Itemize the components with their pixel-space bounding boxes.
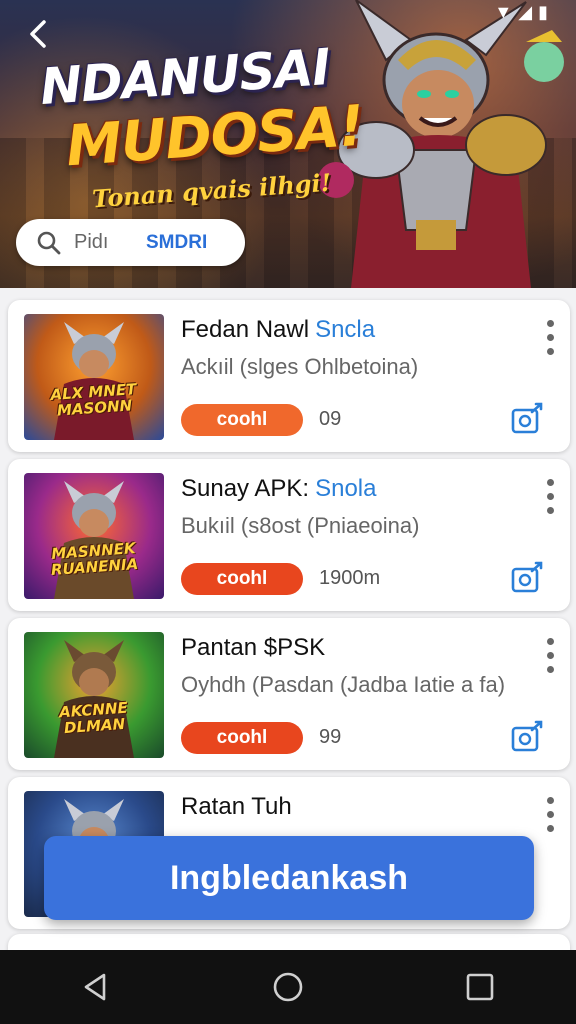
app-subtitle: Bukıil (s8ost (Pniaeoina) — [181, 513, 420, 538]
app-title-accent: Snola — [315, 475, 377, 502]
chevron-left-icon — [30, 20, 46, 48]
thumbnail-art — [54, 322, 134, 440]
list-item[interactable]: ALX MNET MASONN Fedan Nawl Sncla Ackıil (… — [8, 300, 570, 452]
recents-square-icon[interactable] — [460, 967, 500, 1007]
home-circle-icon[interactable] — [268, 967, 308, 1007]
search-button[interactable]: SMDRI — [146, 232, 207, 254]
status-badge[interactable]: coohl — [181, 404, 303, 436]
back-button[interactable] — [24, 16, 58, 54]
signal-icon: ▼ — [494, 2, 519, 22]
app-title: Sunay APK: Snola — [181, 475, 376, 503]
status-badge[interactable]: coohl — [181, 722, 303, 754]
app-title: Fedan Nawl Sncla — [181, 316, 375, 344]
share-icon[interactable] — [510, 720, 544, 754]
more-options-icon[interactable] — [544, 320, 556, 380]
more-options-icon[interactable] — [544, 797, 556, 857]
back-triangle-icon[interactable] — [76, 967, 116, 1007]
status-badge[interactable]: coohl — [181, 563, 303, 595]
app-title-text: Pantan $PSK — [181, 634, 326, 661]
list-item[interactable]: MASNNEK RUANENIA Sunay APK: Snola Bukıil … — [8, 459, 570, 611]
hero-banner: ▼◢▮ NDANUSAI MUDOSA! Tonan qvais ilhgi! … — [0, 0, 576, 288]
thumbnail-art — [54, 640, 134, 758]
search-icon — [37, 231, 61, 254]
app-thumbnail: MASNNEK RUANENIA — [24, 473, 164, 599]
app-subtitle: Oyhdh (Pasdan (Jadba Iatie a fa) — [181, 672, 506, 697]
app-title-text: Ratan Tuh — [181, 793, 292, 820]
app-meta: 1900m — [319, 567, 381, 589]
primary-action-button[interactable]: Ingbledankash — [44, 836, 534, 920]
more-options-icon[interactable] — [544, 638, 556, 698]
app-title-accent: Sncla — [315, 316, 376, 343]
app-thumbnail: AKCNNE DLMAN — [24, 632, 164, 758]
list-item[interactable] — [8, 934, 570, 950]
share-icon[interactable] — [510, 561, 544, 595]
list-item[interactable]: AKCNNE DLMAN Pantan $PSK Oyhdh (Pasdan (… — [8, 618, 570, 770]
app-subtitle: Ackıil (slges Ohlbetoina) — [181, 354, 419, 379]
app-title-text: Sunay APK: — [181, 475, 310, 502]
battery-icon: ▮ — [538, 2, 554, 22]
app-meta: 09 — [319, 408, 342, 430]
app-title: Ratan Tuh — [181, 793, 292, 821]
app-title-text: Fedan Nawl — [181, 316, 310, 343]
app-thumbnail: ALX MNET MASONN — [24, 314, 164, 440]
thumbnail-art — [54, 481, 134, 599]
app-meta: 99 — [319, 726, 342, 748]
search-input[interactable]: Pidı — [74, 231, 128, 254]
more-options-icon[interactable] — [544, 479, 556, 539]
search-field[interactable]: Pidı SMDRI — [16, 219, 245, 266]
app-title: Pantan $PSK — [181, 634, 325, 662]
share-icon[interactable] — [510, 402, 544, 436]
status-bar: ▼◢▮ — [494, 2, 554, 23]
system-nav-bar — [0, 950, 576, 1024]
wifi-icon: ◢ — [518, 2, 539, 22]
